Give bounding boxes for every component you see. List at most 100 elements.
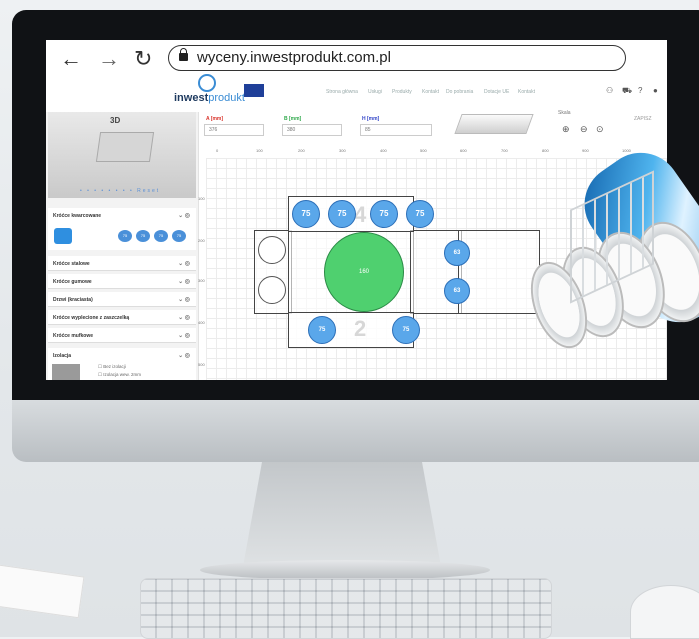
chevron-down-icon[interactable]: ⌄ ◎ xyxy=(178,352,190,359)
chevron-down-icon[interactable]: ⌄ ◎ xyxy=(178,332,190,339)
ruler-tick: 500 xyxy=(420,148,427,153)
insulation-body: ☐ Bez izolacji ☐ Izolacja wew. 2mm xyxy=(48,362,196,380)
chevron-down-icon[interactable]: ⌄ ◎ xyxy=(178,260,190,267)
zoom-out-icon[interactable]: ⊖ xyxy=(580,124,588,135)
section-krocce-kwarcowane[interactable]: Króćce kwarcowane ⌄ ◎ xyxy=(48,208,196,223)
chevron-down-icon[interactable]: ⌄ ◎ xyxy=(178,278,190,285)
dim-b-label: B [mm] xyxy=(284,116,302,122)
zoom-in-icon[interactable]: ⊕ xyxy=(562,124,570,135)
dim-a-input[interactable]: 376 xyxy=(204,124,264,136)
ruler-tick: 800 xyxy=(542,148,549,153)
dim-b-input[interactable]: 380 xyxy=(282,124,342,136)
dim-a-label: A [mm] xyxy=(206,116,224,122)
keyboard xyxy=(140,578,552,639)
section-drzwi[interactable]: Drzwi (kraciasta) ⌄ ◎ xyxy=(48,292,196,307)
monitor-stand xyxy=(242,462,442,572)
connector-circle[interactable]: 75 xyxy=(370,200,398,228)
help-icon[interactable]: ? xyxy=(638,86,642,95)
site-header xyxy=(46,80,667,112)
section-title: Króćce kwarcowane xyxy=(53,213,102,219)
connector-circle[interactable]: 75 xyxy=(392,316,420,344)
chip[interactable]: 75 xyxy=(172,230,186,242)
ruler-tick: 500 xyxy=(198,362,205,367)
menu-item-services[interactable]: Usługi xyxy=(368,89,382,95)
section-title: Króćce wyplecione z zaszczelką xyxy=(53,315,130,321)
reload-icon[interactable]: ↻ xyxy=(134,46,152,72)
zoom-label: Skala xyxy=(558,110,571,116)
menu-item-products[interactable]: Produkty xyxy=(392,89,412,95)
preview-3d[interactable]: 3D • • • • • • • • Reset xyxy=(48,112,196,198)
connector-circle[interactable]: 75 xyxy=(328,200,356,228)
connector-circle[interactable]: 75 xyxy=(406,200,434,228)
dim-b-value: 380 xyxy=(287,127,296,133)
section-krocce-stalowe[interactable]: Króćce stalowe ⌄ ◎ xyxy=(48,256,196,271)
zoom-reset-icon[interactable]: ⊙ xyxy=(596,124,604,135)
chevron-down-icon[interactable]: ⌄ ◎ xyxy=(178,296,190,303)
monitor-chin xyxy=(12,400,699,462)
ruler-tick: 900 xyxy=(582,148,589,153)
menu-item-contact-2[interactable]: Kontakt xyxy=(518,89,535,95)
ruler-tick: 1000 xyxy=(622,148,631,153)
ruler-tick: 100 xyxy=(256,148,263,153)
ruler-tick: 400 xyxy=(380,148,387,153)
dim-h-select[interactable]: 85 xyxy=(360,124,432,136)
side-panel-far-right[interactable] xyxy=(458,230,540,314)
connector-circle[interactable]: 75 xyxy=(308,316,336,344)
chip[interactable]: 75 xyxy=(154,230,168,242)
site-logo[interactable]: inwestprodukt xyxy=(174,92,245,104)
main-connector-circle[interactable]: 160 xyxy=(324,232,404,312)
logo-icon xyxy=(198,74,216,92)
chip[interactable]: 75 xyxy=(118,230,132,242)
connector-circle-empty[interactable] xyxy=(258,236,286,264)
chevron-down-icon[interactable]: ⌄ ◎ xyxy=(178,314,190,321)
connector-circle-empty[interactable] xyxy=(258,276,286,304)
carousel-dots[interactable]: • • • • • • • • Reset xyxy=(80,188,160,194)
section-krocce-mufkowe[interactable]: Króćce mufkowe ⌄ ◎ xyxy=(48,328,196,343)
ruler-tick: 0 xyxy=(216,148,219,153)
eu-flag-icon xyxy=(244,84,264,97)
ruler-tick: 300 xyxy=(198,278,205,283)
section-body: 75 75 75 75 xyxy=(48,222,196,250)
connector-circle[interactable]: 75 xyxy=(292,200,320,228)
product-3d-render xyxy=(95,132,155,162)
back-icon[interactable]: ← xyxy=(60,46,82,72)
vertical-ruler: 100 200 300 400 500 xyxy=(198,158,206,380)
chip[interactable]: 75 xyxy=(136,230,150,242)
lock-icon xyxy=(179,48,188,61)
settings-icon[interactable]: ● xyxy=(653,86,658,95)
box-dimension-preview xyxy=(454,114,534,134)
connector-circle[interactable]: 63 xyxy=(444,240,470,266)
connector-circle[interactable]: 63 xyxy=(444,278,470,304)
user-icon[interactable]: ⚇ xyxy=(606,86,613,95)
ruler-tick: 700 xyxy=(501,148,508,153)
monitor-base xyxy=(200,560,490,580)
paper-sheet xyxy=(0,563,85,619)
ruler-tick: 200 xyxy=(198,238,205,243)
preview-title: 3D xyxy=(110,116,121,125)
section-title: Króćce mufkowe xyxy=(53,333,94,339)
insulation-option-none[interactable]: ☐ Bez izolacji xyxy=(98,364,126,370)
dim-h-label: H [mm] xyxy=(362,116,380,122)
section-krocce-gumowe[interactable]: Króćce gumowe ⌄ ◎ xyxy=(48,274,196,289)
logo-bold: inwest xyxy=(174,92,209,104)
ruler-tick: 400 xyxy=(198,320,205,325)
address-bar[interactable]: wyceny.inwestprodukt.com.pl xyxy=(168,45,626,71)
ruler-tick: 100 xyxy=(198,196,205,201)
menu-item-home[interactable]: Strona główna xyxy=(326,89,358,95)
dim-h-value: 85 xyxy=(365,127,371,133)
chevron-down-icon[interactable]: ⌄ ◎ xyxy=(178,212,190,219)
url-text: wyceny.inwestprodukt.com.pl xyxy=(197,49,391,66)
forward-icon[interactable]: → xyxy=(98,46,120,72)
cart-icon[interactable]: ⛟ xyxy=(622,86,632,96)
insulation-option-2mm[interactable]: ☐ Izolacja wew. 2mm xyxy=(98,372,141,378)
menu-item-eu-grants[interactable]: Dotacje UE xyxy=(484,89,509,95)
duct-connector-icon xyxy=(54,228,72,244)
logo-light: produkt xyxy=(208,92,245,104)
section-izolacja[interactable]: Izolacja ⌄ ◎ xyxy=(48,348,196,363)
section-title: Króćce gumowe xyxy=(53,279,92,285)
section-krocce-wyplecione[interactable]: Króćce wyplecione z zaszczelką ⌄ ◎ xyxy=(48,310,196,325)
menu-item-contact-1[interactable]: Kontakt xyxy=(422,89,439,95)
save-button[interactable]: ZAPISZ xyxy=(634,116,652,122)
horizontal-ruler: 0 100 200 300 400 500 600 700 800 900 10… xyxy=(206,148,667,156)
menu-item-downloads[interactable]: Do pobrania xyxy=(446,89,473,95)
